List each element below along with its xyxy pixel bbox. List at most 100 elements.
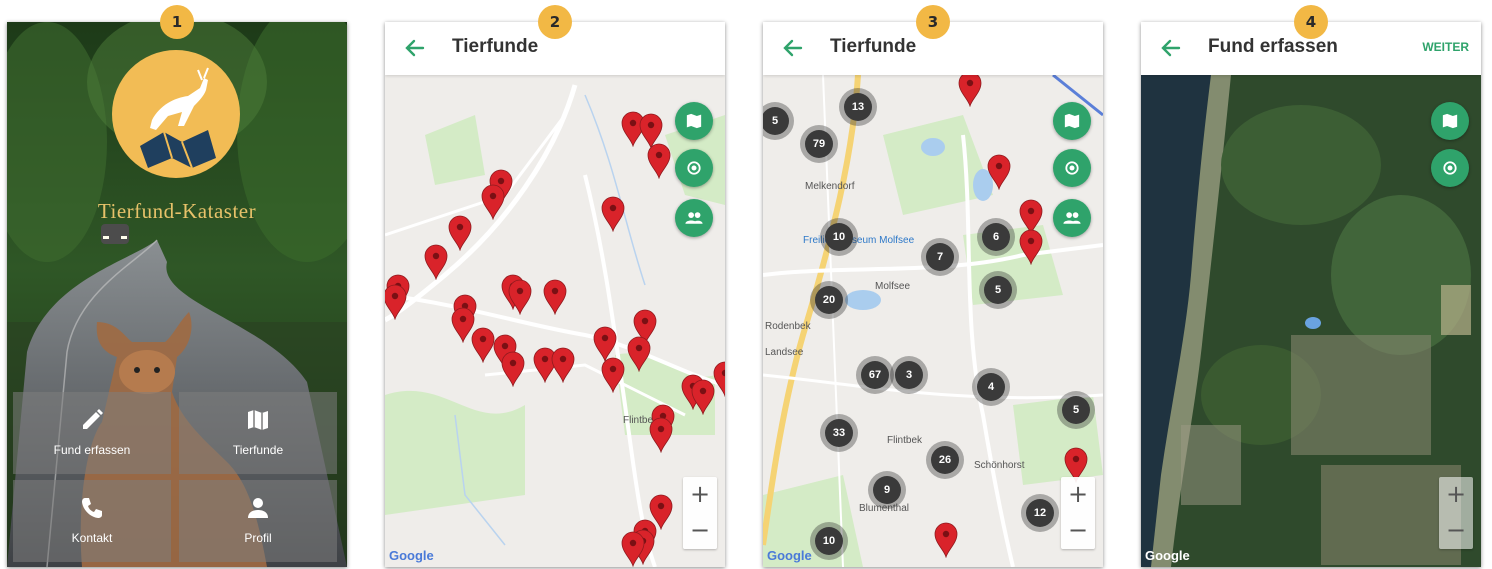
cluster-marker[interactable]: 13 bbox=[839, 88, 877, 126]
map-pin-marker[interactable] bbox=[621, 531, 645, 567]
map-pin-marker[interactable] bbox=[424, 244, 448, 281]
map-icon bbox=[686, 113, 702, 129]
app-title: Tierfund-Kataster bbox=[97, 199, 257, 223]
map-pin-marker[interactable] bbox=[601, 196, 625, 233]
cluster-count: 5 bbox=[984, 276, 1012, 304]
cluster-marker[interactable]: 20 bbox=[810, 281, 848, 319]
cluster-marker[interactable]: 67 bbox=[856, 356, 894, 394]
page-title: Tierfunde bbox=[830, 36, 917, 57]
back-arrow-icon[interactable] bbox=[1157, 34, 1185, 62]
cluster-marker[interactable]: 6 bbox=[977, 218, 1015, 256]
cluster-count: 79 bbox=[805, 130, 833, 158]
cluster-marker[interactable]: 10 bbox=[820, 218, 858, 256]
map-view[interactable]: Melkendorf Freilichtmuseum Molfsee Molfs… bbox=[763, 75, 1103, 567]
step-badge-4: 4 bbox=[1294, 5, 1328, 39]
pencil-icon bbox=[83, 409, 103, 429]
locate-button[interactable] bbox=[675, 149, 713, 187]
cluster-marker[interactable]: 33 bbox=[820, 414, 858, 452]
profil-tile[interactable]: Profil bbox=[179, 480, 337, 562]
map-pin-marker[interactable] bbox=[471, 327, 495, 364]
map-pin-marker[interactable] bbox=[601, 357, 625, 394]
zoom-out-button[interactable]: − bbox=[1061, 513, 1095, 549]
map-pin-marker[interactable] bbox=[1019, 229, 1043, 266]
satellite-imagery bbox=[1141, 75, 1481, 567]
cluster-marker[interactable]: 26 bbox=[926, 441, 964, 479]
weiter-button[interactable]: WEITER bbox=[1422, 40, 1469, 54]
zoom-out-button[interactable]: − bbox=[683, 513, 717, 549]
locate-button[interactable] bbox=[1431, 149, 1469, 187]
cluster-count: 4 bbox=[977, 373, 1005, 401]
map-type-button[interactable] bbox=[1431, 102, 1469, 140]
cluster-count: 5 bbox=[1062, 396, 1090, 424]
cluster-count: 6 bbox=[982, 223, 1010, 251]
group-icon bbox=[1063, 212, 1081, 224]
cluster-marker[interactable]: 7 bbox=[921, 238, 959, 276]
cluster-count: 12 bbox=[1026, 499, 1054, 527]
cluster-marker[interactable]: 12 bbox=[1021, 494, 1059, 532]
map-pin-marker[interactable] bbox=[448, 215, 472, 252]
locate-icon bbox=[1065, 161, 1079, 175]
map-label: Schönhorst bbox=[974, 460, 1025, 471]
cluster-count: 5 bbox=[763, 107, 789, 135]
cluster-count: 26 bbox=[931, 446, 959, 474]
group-icon bbox=[685, 212, 703, 224]
tierfunde-pins-screen: Tierfunde Flintbek + − Google bbox=[385, 22, 725, 567]
map-type-button[interactable] bbox=[1053, 102, 1091, 140]
google-logo: Google bbox=[1145, 548, 1190, 563]
map-pin-marker[interactable] bbox=[481, 184, 505, 221]
group-button[interactable] bbox=[675, 199, 713, 237]
cluster-count: 9 bbox=[873, 476, 901, 504]
map-pin-marker[interactable] bbox=[627, 336, 651, 373]
fund-erfassen-tile[interactable]: Fund erfassen bbox=[13, 392, 171, 474]
phone-icon bbox=[82, 498, 102, 518]
map-pin-marker[interactable] bbox=[385, 284, 407, 321]
tile-label: Fund erfassen bbox=[53, 443, 131, 457]
cluster-count: 33 bbox=[825, 419, 853, 447]
zoom-in-button[interactable]: + bbox=[683, 477, 717, 513]
map-label: Melkendorf bbox=[805, 181, 855, 192]
cluster-marker[interactable]: 9 bbox=[868, 471, 906, 509]
cluster-marker[interactable]: 5 bbox=[1057, 391, 1095, 429]
fund-erfassen-screen: Fund erfassen WEITER + − Google bbox=[1141, 22, 1481, 567]
cluster-marker[interactable]: 3 bbox=[890, 356, 928, 394]
map-pin-marker[interactable] bbox=[508, 279, 532, 316]
step-badge-3: 3 bbox=[916, 5, 950, 39]
map-icon bbox=[1442, 113, 1458, 129]
deer-map-logo bbox=[140, 67, 216, 169]
map-type-button[interactable] bbox=[675, 102, 713, 140]
map-pin-marker[interactable] bbox=[691, 379, 715, 416]
cluster-count: 20 bbox=[815, 286, 843, 314]
back-arrow-icon[interactable] bbox=[779, 34, 807, 62]
map-pin-marker[interactable] bbox=[647, 143, 671, 180]
cluster-count: 10 bbox=[825, 223, 853, 251]
page-title: Fund erfassen bbox=[1208, 36, 1338, 57]
satellite-map[interactable] bbox=[1141, 75, 1481, 567]
zoom-in-button[interactable]: + bbox=[1439, 477, 1473, 513]
map-label: Molfsee bbox=[875, 281, 911, 292]
cluster-marker[interactable]: 79 bbox=[800, 125, 838, 163]
map-pin-marker[interactable] bbox=[649, 417, 673, 454]
map-pin-marker[interactable] bbox=[934, 522, 958, 559]
map-view[interactable]: Flintbek bbox=[385, 75, 725, 567]
group-button[interactable] bbox=[1053, 199, 1091, 237]
back-arrow-icon[interactable] bbox=[401, 34, 429, 62]
cluster-marker[interactable]: 10 bbox=[810, 522, 848, 560]
zoom-controls: + − bbox=[1439, 477, 1473, 549]
map-pin-marker[interactable] bbox=[543, 279, 567, 316]
map-pin-marker[interactable] bbox=[987, 154, 1011, 191]
tile-label: Tierfunde bbox=[232, 443, 284, 457]
zoom-in-button[interactable]: + bbox=[1061, 477, 1095, 513]
cluster-count: 10 bbox=[815, 527, 843, 555]
map-pin-marker[interactable] bbox=[551, 347, 575, 384]
map-pin-marker[interactable] bbox=[501, 351, 525, 388]
kontakt-tile[interactable]: Kontakt bbox=[13, 480, 171, 562]
tierfunde-tile[interactable]: Tierfunde bbox=[179, 392, 337, 474]
cluster-marker[interactable]: 5 bbox=[979, 271, 1017, 309]
map-pin-marker[interactable] bbox=[958, 75, 982, 108]
zoom-controls: + − bbox=[683, 477, 717, 549]
page-title: Tierfunde bbox=[452, 36, 539, 57]
cluster-marker[interactable]: 4 bbox=[972, 368, 1010, 406]
zoom-out-button[interactable]: − bbox=[1439, 513, 1473, 549]
step-badge-2: 2 bbox=[538, 5, 572, 39]
locate-button[interactable] bbox=[1053, 149, 1091, 187]
